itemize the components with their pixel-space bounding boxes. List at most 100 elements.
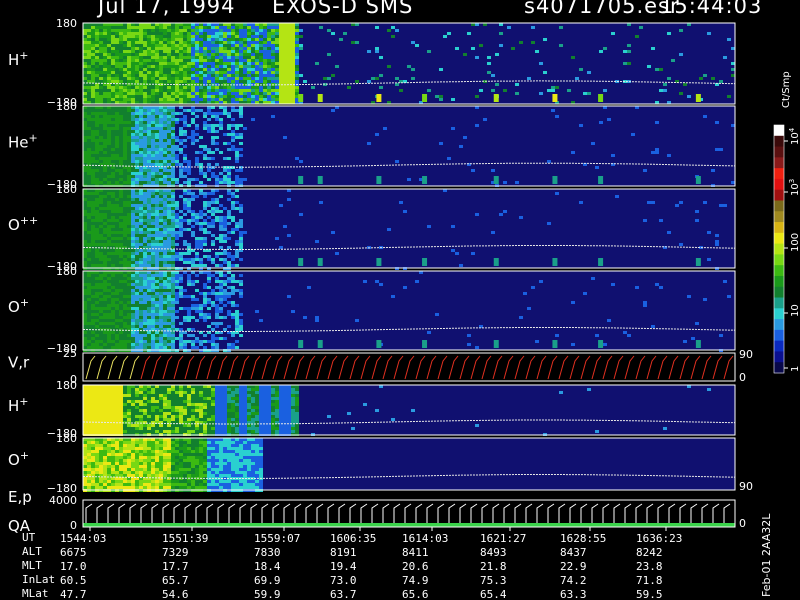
footer-row-label-ut: UT xyxy=(22,531,36,544)
panel-0-ytick-top: 180 xyxy=(56,17,77,30)
colorbar-tick-label: 1 xyxy=(790,366,800,372)
footer-cell: 60.5 xyxy=(60,574,87,587)
panel-0-label: H+ xyxy=(8,49,29,69)
panel-qa-flag-bar xyxy=(83,523,735,527)
panel-qa-background xyxy=(83,500,735,527)
footer-cell: 71.8 xyxy=(636,574,663,587)
colorbar-segment xyxy=(774,135,784,148)
colorbar-segment xyxy=(774,157,784,169)
header-time: 15:44:03 xyxy=(660,0,763,18)
footer-cell: 1628:55 xyxy=(560,532,606,545)
panel-2-label: O++ xyxy=(8,214,38,234)
footer-cell: 75.3 xyxy=(480,574,507,587)
footer-cell: 8437 xyxy=(560,546,587,559)
panel-6-ytick-top: 180 xyxy=(56,432,77,445)
panel-4-rtick-bottom: 0 xyxy=(739,371,746,384)
footer-cell: 17.7 xyxy=(162,560,189,573)
footer-row-label-mlt: MLT xyxy=(22,559,42,572)
panel-6-label: O+ xyxy=(8,449,29,469)
footer-cell: 1551:39 xyxy=(162,532,208,545)
footer-cell: 8411 xyxy=(402,546,429,559)
footer-row-label-inlat: InLat xyxy=(22,573,56,586)
footer-cell: 65.6 xyxy=(402,588,429,600)
footer-cell: 7830 xyxy=(254,546,281,559)
colorbar-segment xyxy=(774,189,784,201)
footer-cell: 1621:27 xyxy=(480,532,526,545)
colorbar-segment xyxy=(774,308,784,320)
footer-cell: 22.9 xyxy=(560,560,587,573)
panel-5-label: H+ xyxy=(8,395,29,415)
footer-cell: 74.9 xyxy=(402,574,429,587)
colorbar-segment xyxy=(774,319,784,331)
colorbar-tick-label: 10 xyxy=(790,304,800,317)
footer-cell: 20.6 xyxy=(402,560,429,573)
header-file: s4071705.esr xyxy=(524,0,680,18)
header-date: Jul 17, 1994 xyxy=(98,0,236,18)
colorbar-segment xyxy=(774,286,784,299)
colorbar-segment xyxy=(774,297,784,309)
footer-cell: 1606:35 xyxy=(330,532,376,545)
panel-2-ytick-top: 180 xyxy=(56,183,77,196)
colorbar-tick-label: 103 xyxy=(788,179,800,196)
footer-cell: 47.7 xyxy=(60,588,87,600)
footer-row-label-alt: ALT xyxy=(22,545,42,558)
panel-4-rtick-top: 90 xyxy=(739,348,753,361)
colorbar-segment xyxy=(774,351,784,363)
colorbar-tick-label: 104 xyxy=(788,127,800,145)
panel-6-cells xyxy=(83,438,263,492)
panel-5-ytick-top: 180 xyxy=(56,379,77,392)
footer-cell: 65.7 xyxy=(162,574,189,587)
colorbar-tick-label: 100 xyxy=(790,233,800,252)
footer-cell: 7329 xyxy=(162,546,189,559)
colorbar-segment xyxy=(774,254,784,266)
panel-4-label: V,r xyxy=(8,354,30,372)
panel-6-rtick-bottom: 90 xyxy=(739,480,753,493)
footer-cell: 1636:23 xyxy=(636,532,682,545)
colorbar-unit-label: Ct/Smp xyxy=(781,71,792,108)
footer-cell: 23.8 xyxy=(636,560,663,573)
colorbar-segment xyxy=(774,275,784,288)
panel-7-ytick-bottom: 0 xyxy=(70,519,77,532)
footer-cell: 65.4 xyxy=(480,588,507,600)
panel-1-label: He+ xyxy=(8,132,38,152)
colorbar-segment xyxy=(774,211,784,223)
colorbar-segment xyxy=(774,125,784,137)
footer-cell: 6675 xyxy=(60,546,87,559)
colorbar-segment xyxy=(774,340,784,352)
footer-cell: 74.2 xyxy=(560,574,587,587)
panel-7-label: E,p xyxy=(8,488,32,506)
footer-cell: 1614:03 xyxy=(402,532,448,545)
panel-3-label: O+ xyxy=(8,296,29,316)
footer-cell: 1559:07 xyxy=(254,532,300,545)
footer-cell: 18.4 xyxy=(254,560,281,573)
colorbar-segment xyxy=(774,200,784,212)
footer-row-label-mlat: MLat xyxy=(22,587,49,600)
footer-cell: 8242 xyxy=(636,546,663,559)
footer-stamp: Feb-01 2AA32L xyxy=(760,513,773,597)
footer-cell: 69.9 xyxy=(254,574,281,587)
panel-4-ytick-top: 25 xyxy=(63,347,77,360)
footer-cell: 8191 xyxy=(330,546,357,559)
footer-cell: 63.3 xyxy=(560,588,587,600)
spectrogram-figure: H+180−180He+180−180O++180−180O+180−180V,… xyxy=(8,17,800,600)
footer-cell: 59.5 xyxy=(636,588,663,600)
footer-cell: 17.0 xyxy=(60,560,87,573)
panel-7-ytick-top: 4000 xyxy=(49,494,77,507)
footer-cell: 54.6 xyxy=(162,588,189,600)
colorbar-segment xyxy=(774,168,784,180)
footer-cell: 1544:03 xyxy=(60,532,106,545)
colorbar-segment xyxy=(774,146,784,158)
footer-cell: 73.0 xyxy=(330,574,357,587)
colorbar-segment xyxy=(774,329,784,342)
header-instrument: EXOS-D SMS xyxy=(272,0,414,18)
panel-vr-background xyxy=(83,353,735,381)
colorbar-segment xyxy=(774,243,784,255)
footer-cell: 63.7 xyxy=(330,588,357,600)
panel-7-rtick-bottom: 0 xyxy=(739,517,746,530)
colorbar-segment xyxy=(774,222,784,234)
footer-cell: 59.9 xyxy=(254,588,281,600)
panel-1-ytick-top: 180 xyxy=(56,100,77,113)
colorbar-segment xyxy=(774,178,784,191)
footer-cell: 19.4 xyxy=(330,560,357,573)
footer-cell: 21.8 xyxy=(480,560,507,573)
